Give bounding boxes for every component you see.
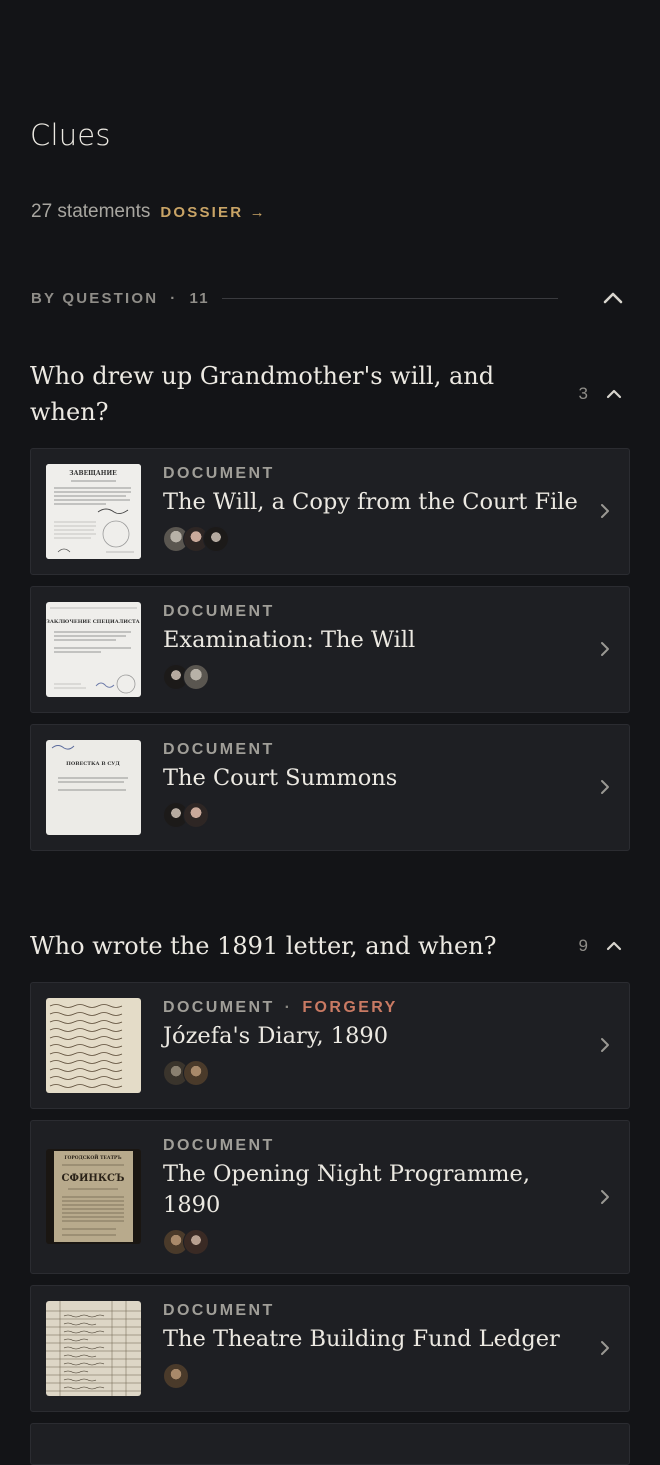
document-thumbnail: ЗАКЛЮЧЕНИЕ СПЕЦИАЛИСТА [46, 602, 141, 697]
section-label: BY QUESTION [31, 289, 159, 307]
avatar-group [163, 526, 583, 552]
clue-card[interactable] [30, 1423, 630, 1465]
thumb-heading: ЗАКЛЮЧЕНИЕ СПЕЦИАЛИСТА [46, 619, 140, 625]
clue-type-label: DOCUMENT [163, 603, 275, 620]
avatar-group [163, 1363, 583, 1389]
avatar-group [163, 1060, 583, 1086]
question-group-header[interactable]: Who wrote the 1891 letter, and when? 9 [30, 928, 630, 964]
avatar [183, 664, 209, 690]
page-title: Clues [30, 118, 111, 152]
chevron-right-icon [601, 504, 609, 518]
section-dot: · [170, 289, 178, 307]
document-thumbnail: ЗАВЕЩАНИЕ [46, 464, 141, 559]
document-thumbnail [46, 998, 141, 1093]
question-count: 9 [578, 936, 588, 955]
collapse-question-chevron-up-icon[interactable] [602, 935, 626, 957]
forgery-tag: FORGERY [302, 999, 398, 1016]
question-title: Who drew up Grandmother's will, and when… [30, 362, 495, 426]
question-title: Who wrote the 1891 letter, and when? [30, 932, 497, 960]
clue-type-label: DOCUMENT [163, 1302, 275, 1319]
avatar [203, 526, 229, 552]
avatar-group [163, 664, 583, 690]
avatar-group [163, 802, 583, 828]
section-divider [221, 297, 558, 299]
statements-summary: 27 statements DOSSIER → [31, 200, 267, 224]
type-separator: · [284, 999, 293, 1016]
section-header-by-question: BY QUESTION · 11 [31, 287, 631, 309]
thumb-heading: СФИНКСЪ [62, 1173, 125, 1184]
collapse-question-chevron-up-icon[interactable] [602, 383, 626, 405]
clue-card[interactable]: ГОРОДСКОЙ ТЕАТРЪ СФИНКСЪ DOCUMENT The Op… [30, 1120, 630, 1274]
clue-title: Józefa's Diary, 1890 [163, 1023, 389, 1049]
question-count: 3 [578, 384, 588, 403]
document-thumbnail: ПОВЕСТКА В СУД [46, 740, 141, 835]
clue-card[interactable]: DOCUMENT The Theatre Building Fund Ledge… [30, 1285, 630, 1412]
clue-title: The Opening Night Programme, 1890 [163, 1161, 530, 1218]
collapse-section-chevron-up-icon[interactable] [601, 287, 625, 309]
clue-title: The Theatre Building Fund Ledger [163, 1326, 560, 1352]
clue-type-label: DOCUMENT [163, 465, 275, 482]
clue-title: The Court Summons [163, 765, 398, 791]
chevron-right-icon [601, 1341, 609, 1355]
chevron-right-icon [601, 780, 609, 794]
chevron-right-icon [601, 642, 609, 656]
dossier-link[interactable]: DOSSIER → [160, 204, 266, 221]
document-thumbnail [46, 1301, 141, 1396]
statements-count: 27 statements [31, 201, 151, 222]
clue-title: The Will, a Copy from the Court File [163, 489, 578, 515]
avatar [183, 802, 209, 828]
clue-type-label: DOCUMENT [163, 1137, 275, 1154]
question-group-header[interactable]: Who drew up Grandmother's will, and when… [30, 358, 630, 430]
clue-card[interactable]: DOCUMENT · FORGERY Józefa's Diary, 1890 [30, 982, 630, 1109]
chevron-right-icon [601, 1190, 609, 1204]
avatar [163, 1363, 189, 1389]
document-thumbnail: ГОРОДСКОЙ ТЕАТРЪ СФИНКСЪ [46, 1149, 141, 1244]
avatar [183, 1060, 209, 1086]
thumb-heading: ПОВЕСТКА В СУД [66, 761, 120, 767]
clue-card[interactable]: ЗАКЛЮЧЕНИЕ СПЕЦИАЛИСТА DOCUMENT Examinat… [30, 586, 630, 713]
avatar [183, 1229, 209, 1255]
clue-type-label: DOCUMENT [163, 741, 275, 758]
section-count: 11 [189, 289, 210, 307]
clue-title: Examination: The Will [163, 627, 416, 653]
clue-card[interactable]: ЗАВЕЩАНИЕ DOCUMENT The Will, a Copy from… [30, 448, 630, 575]
avatar-group [163, 1229, 583, 1255]
thumb-heading: ЗАВЕЩАНИЕ [69, 470, 117, 477]
chevron-right-icon [601, 1038, 609, 1052]
clue-card[interactable]: ПОВЕСТКА В СУД DOCUMENT The Court Summon… [30, 724, 630, 851]
clue-type-label: DOCUMENT [163, 999, 275, 1016]
